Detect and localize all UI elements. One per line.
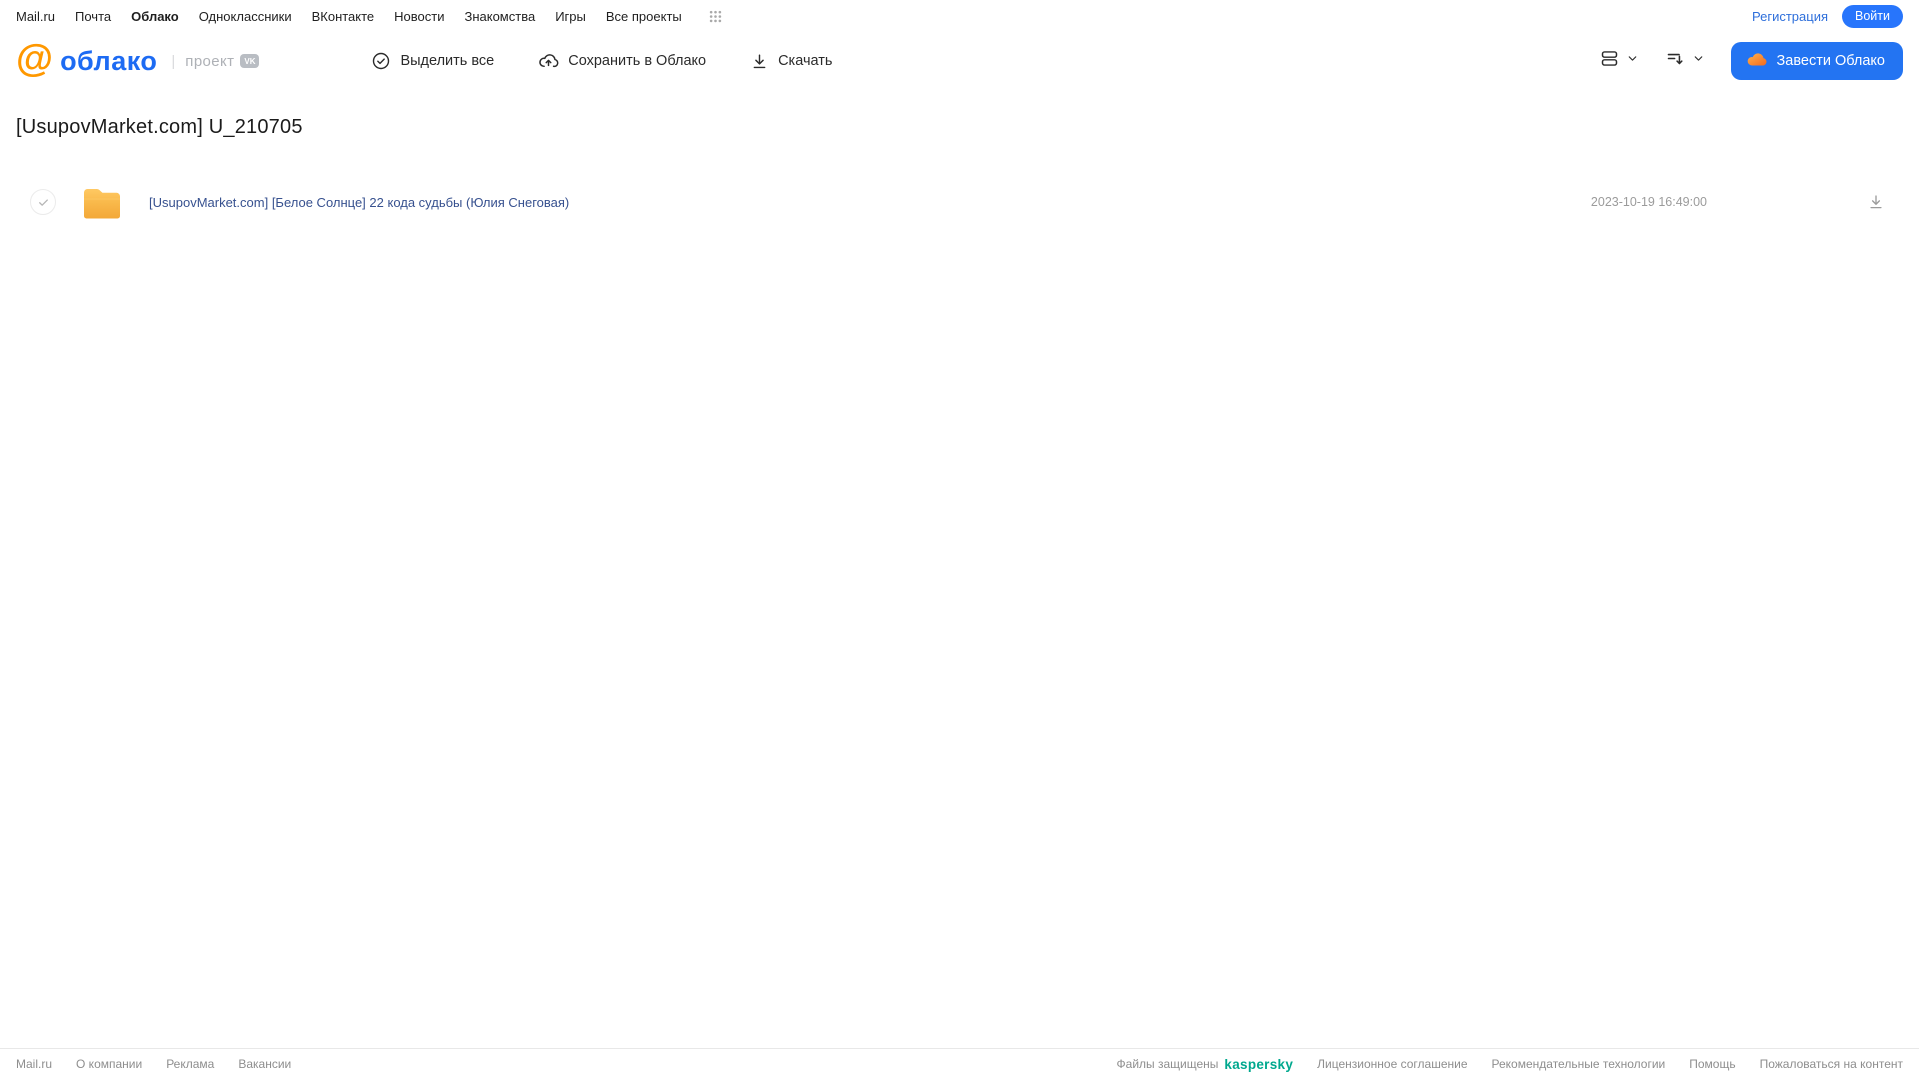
view-mode-selector[interactable]: [1599, 48, 1639, 74]
view-controls: Завести Облако: [1599, 42, 1903, 80]
chevron-down-icon: [1692, 52, 1705, 70]
files-protected-label: Файлы защищены: [1116, 1057, 1219, 1071]
main-content: [UsupovMarket.com] U_210705 [UsupovMarke…: [0, 116, 1919, 225]
file-list: [UsupovMarket.com] [Белое Солнце] 22 код…: [0, 179, 1919, 225]
select-all-label: Выделить все: [400, 53, 495, 69]
portal-link-games[interactable]: Игры: [555, 9, 586, 24]
list-view-icon: [1599, 48, 1620, 74]
check-icon: [38, 198, 48, 206]
download-icon: [750, 52, 769, 71]
portal-link-dating[interactable]: Знакомства: [464, 9, 535, 24]
cloud-icon: [1745, 48, 1768, 75]
file-toolbar: Выделить все Сохранить в Облако Скачать: [371, 51, 832, 72]
kaspersky-protection: Файлы защищены kaspersky: [1117, 1057, 1294, 1072]
footer-link-mailru[interactable]: Mail.ru: [16, 1057, 52, 1071]
portal-link-vkontakte[interactable]: ВКонтакте: [312, 9, 375, 24]
check-circle-icon: [371, 51, 391, 71]
portal-link-all-projects[interactable]: Все проекты: [606, 9, 682, 24]
footer-link-jobs[interactable]: Вакансии: [238, 1057, 291, 1071]
logo-divider: |: [171, 52, 176, 70]
portal-links: Mail.ru Почта Облако Одноклассники ВКонт…: [16, 9, 723, 24]
download-label: Скачать: [778, 53, 833, 69]
page-title: [UsupovMarket.com] U_210705: [16, 116, 303, 138]
footer-link-about[interactable]: О компании: [76, 1057, 142, 1071]
cloud-upload-icon: [538, 51, 559, 72]
footer-link-ads[interactable]: Реклама: [166, 1057, 214, 1071]
kaspersky-logo[interactable]: kaspersky: [1224, 1057, 1293, 1072]
login-button[interactable]: Войти: [1842, 4, 1903, 28]
auth-controls: Регистрация Войти: [1752, 4, 1903, 28]
portal-nav: Mail.ru Почта Облако Одноклассники ВКонт…: [0, 0, 1919, 32]
create-cloud-button[interactable]: Завести Облако: [1730, 42, 1903, 80]
save-to-cloud-label: Сохранить в Облако: [568, 53, 707, 69]
row-checkbox[interactable]: [30, 189, 56, 215]
portal-link-news[interactable]: Новости: [394, 9, 444, 24]
portal-link-cloud[interactable]: Облако: [131, 9, 179, 24]
portal-link-odnoklassniki[interactable]: Одноклассники: [199, 9, 292, 24]
footer-link-license[interactable]: Лицензионное соглашение: [1317, 1057, 1467, 1071]
sort-icon: [1665, 48, 1686, 74]
file-date: 2023-10-19 16:49:00: [1590, 195, 1707, 209]
apps-grid-icon[interactable]: [708, 9, 723, 24]
portal-link-mail[interactable]: Почта: [75, 9, 111, 24]
select-all-button[interactable]: Выделить все: [371, 51, 494, 71]
file-name-link[interactable]: [UsupovMarket.com] [Белое Солнце] 22 код…: [149, 195, 569, 210]
page-footer: Mail.ru О компании Реклама Вакансии Файл…: [0, 1048, 1919, 1079]
mailru-at-icon: @: [16, 38, 54, 80]
sort-selector[interactable]: [1665, 48, 1705, 74]
create-cloud-label: Завести Облако: [1776, 53, 1885, 69]
footer-link-report[interactable]: Пожаловаться на контент: [1760, 1057, 1903, 1071]
download-button[interactable]: Скачать: [750, 52, 832, 71]
project-label: проект: [185, 52, 235, 70]
footer-left-links: Mail.ru О компании Реклама Вакансии: [16, 1057, 291, 1071]
register-link[interactable]: Регистрация: [1752, 9, 1828, 24]
footer-right-links: Файлы защищены kaspersky Лицензионное со…: [1117, 1057, 1903, 1072]
file-row[interactable]: [UsupovMarket.com] [Белое Солнце] 22 код…: [0, 179, 1919, 225]
app-header: @ облако | проект VK Выделить все Сохран…: [0, 32, 1919, 90]
folder-icon: [82, 186, 122, 219]
vk-badge-icon: VK: [240, 54, 260, 68]
save-to-cloud-button[interactable]: Сохранить в Облако: [538, 51, 706, 72]
footer-link-recommendations[interactable]: Рекомендательные технологии: [1492, 1057, 1666, 1071]
footer-link-help[interactable]: Помощь: [1689, 1057, 1735, 1071]
cloud-logo-text: облако: [60, 45, 158, 76]
chevron-down-icon: [1626, 52, 1639, 70]
cloud-logo[interactable]: @ облако | проект VK: [16, 40, 260, 78]
portal-link-mailru[interactable]: Mail.ru: [16, 9, 55, 24]
row-download-icon[interactable]: [1867, 193, 1885, 211]
